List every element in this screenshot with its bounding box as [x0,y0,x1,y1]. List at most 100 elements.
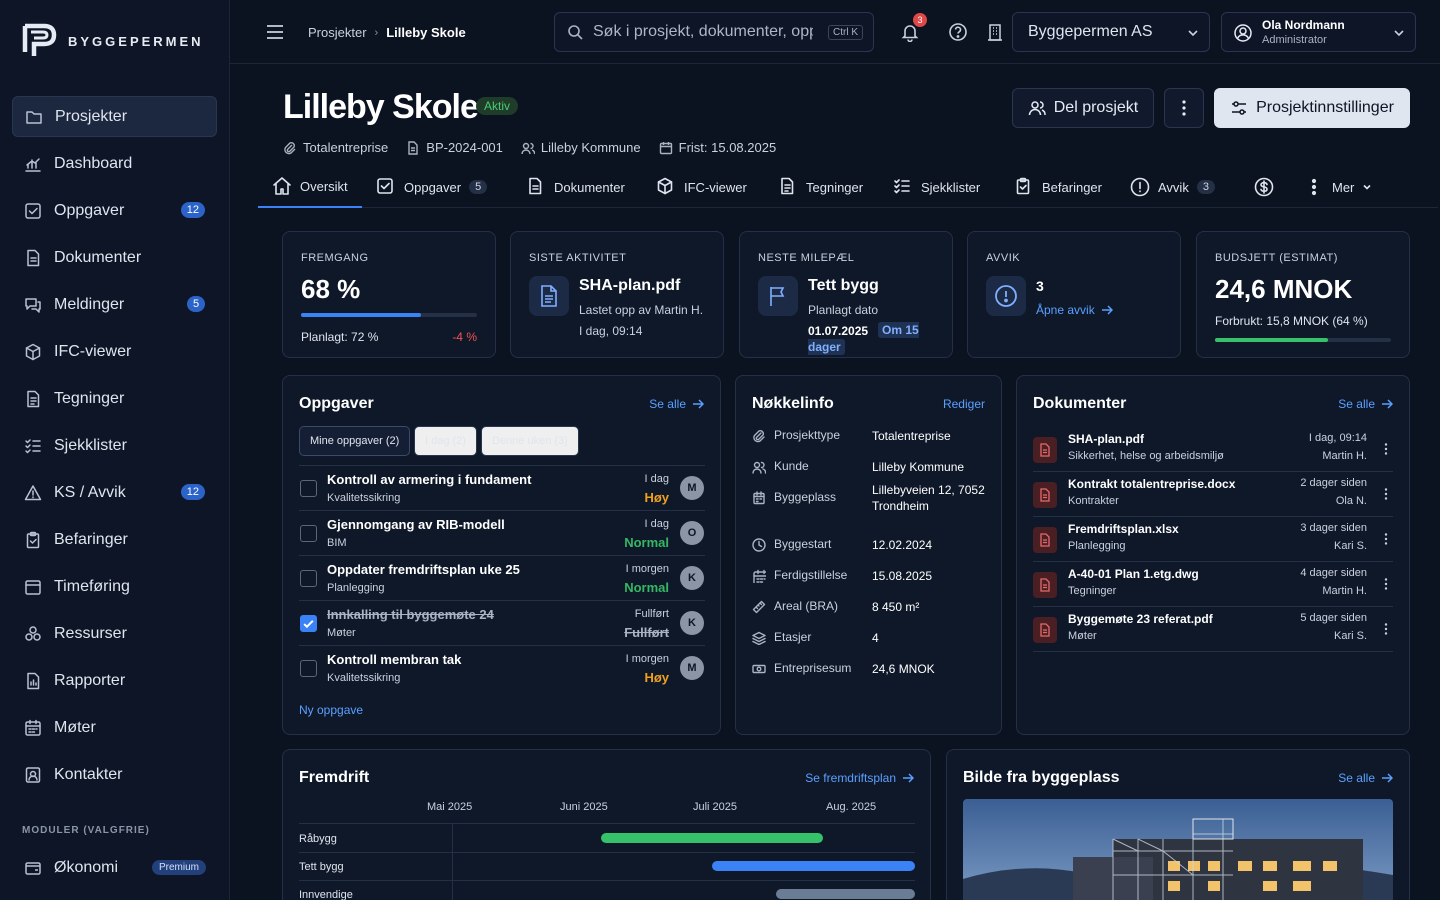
sidebar-item-befaringer[interactable]: Befaringer [12,519,217,560]
document-row[interactable]: Kontrakt totalentreprise.docx Kontrakter 2… [1033,472,1393,517]
open-deviations-link[interactable]: Åpne avvik [1036,303,1113,317]
tab-avvik[interactable]: Avvik 3 [1130,166,1215,208]
keyinfo-title: Nøkkelinfo [752,395,834,412]
sidebar-item-label: Kontakter [54,765,123,783]
avatar[interactable]: K [680,611,704,635]
task-checkbox[interactable] [300,570,317,587]
kpi-activity-card[interactable]: SISTE AKTIVITET SHA-plan.pdf Lastet opp … [510,231,724,358]
sidebar-nav: Prosjekter Dashboard Oppgaver 12 Dokumenter M… [12,96,217,801]
nav-count-badge: 12 [180,484,205,500]
tab-dollar[interactable] [1254,166,1282,208]
project-settings-button[interactable]: Prosjektinnstillinger [1214,88,1410,128]
avatar[interactable]: K [680,566,704,590]
task-checkbox[interactable] [300,480,317,497]
sidebar-item-prosjekter[interactable]: Prosjekter [12,96,217,137]
check-icon [303,620,314,629]
tab-oppgaver[interactable]: Oppgaver 5 [376,166,488,208]
schedule-link[interactable]: Se fremdriftsplan [805,771,914,785]
document-row[interactable]: Byggemøte 23 referat.pdf Møter 5 dager sid… [1033,607,1393,652]
task-checkbox[interactable] [300,615,317,632]
sidebar-item-kontakter[interactable]: Kontakter [12,754,217,795]
construction-site-photo[interactable] [963,799,1393,900]
sidebar-item-møter[interactable]: Møter [12,707,217,748]
new-task-link[interactable]: Ny oppgave [299,703,363,717]
document-row[interactable]: A-40-01 Plan 1.etg.dwg Tegninger 4 dager s… [1033,562,1393,607]
search-input[interactable] [593,23,813,41]
kebab-icon[interactable] [1379,532,1393,546]
kebab-icon[interactable] [1379,577,1393,591]
filter-my-tasks[interactable]: Mine oppgaver (2) [299,426,411,456]
tab-tegninger[interactable]: Tegninger [778,166,863,208]
sidebar-item-dashboard[interactable]: Dashboard [12,143,217,184]
status-badge: Aktiv [476,97,519,115]
more-options-button[interactable] [1164,88,1204,128]
task-checkbox[interactable] [300,525,317,542]
sidebar-item-ressurser[interactable]: Ressurser [12,613,217,654]
sidebar-item-timeføring[interactable]: Timeføring [12,566,217,607]
filter-today[interactable]: I dag (2) [414,426,477,456]
edit-keyinfo-link[interactable]: Rediger [943,397,985,411]
tab-befaringer[interactable]: Befaringer [1014,166,1102,208]
filter-this-week[interactable]: Denne uken (3) [481,426,579,456]
document-author: Ola N. [1335,495,1367,507]
sidebar-item-label: KS / Avvik [54,483,126,501]
progress-bar-fill [301,313,421,317]
brand-logo[interactable]: BYGGEPERMEN [22,22,204,60]
task-checkbox[interactable] [300,660,317,677]
tab-oversikt[interactable]: Oversikt [258,166,362,208]
sidebar-item-tegninger[interactable]: Tegninger [12,378,217,419]
kebab-icon[interactable] [1379,442,1393,456]
sidebar-item-ks-avvik[interactable]: KS / Avvik 12 [12,472,217,513]
company-select[interactable]: Byggepermen AS [1012,12,1210,52]
task-row[interactable]: Kontroll membran tak Kvalitetssikring I mo… [299,645,705,690]
avatar[interactable]: O [680,521,704,545]
sidebar-item-dokumenter[interactable]: Dokumenter [12,237,217,278]
menu-icon[interactable] [266,24,284,40]
sidebar-item-label: Dokumenter [54,248,142,266]
share-project-button[interactable]: Del prosjekt [1012,88,1154,128]
layers-icon [752,631,766,645]
sidebar-item-okonomi[interactable]: Økonomi Premium [12,848,217,888]
sidebar-item-sjekklister[interactable]: Sjekklister [12,425,217,466]
documents-see-all-link[interactable]: Se alle [1338,397,1393,411]
gantt-bar[interactable] [711,861,915,871]
tasks-see-all-link[interactable]: Se alle [649,397,704,411]
breadcrumb-projects[interactable]: Prosjekter [308,25,367,40]
calendar-icon [659,141,673,155]
sidebar-item-oppgaver[interactable]: Oppgaver 12 [12,190,217,231]
kpi-milestone-card[interactable]: NESTE MILEPÆL Tett bygg Planlagt dato 01… [739,231,953,358]
task-priority: Normal [624,535,669,550]
tab-ifc-viewer[interactable]: IFC-viewer [656,166,747,208]
task-row[interactable]: Innkalling til byggemøte 24 Møter Fullført… [299,600,705,645]
sidebar-item-ifc-viewer[interactable]: IFC-viewer [12,331,217,372]
tab-mer[interactable]: Mer [1304,166,1372,208]
kebab-icon[interactable] [1379,487,1393,501]
user-menu[interactable]: Ola Nordmann Administrator [1221,12,1416,52]
document-row[interactable]: SHA-plan.pdf Sikkerhet, helse og arbeidsm… [1033,427,1393,472]
document-row[interactable]: Fremdriftsplan.xlsx Planlegging 3 dager si… [1033,517,1393,562]
site-photo-see-all-link[interactable]: Se alle [1338,771,1393,785]
task-due: I dag [644,518,669,530]
task-row[interactable]: Gjennomgang av RIB-modell BIM I dag Normal O [299,510,705,555]
document-icon [24,249,42,267]
avatar[interactable]: M [680,656,704,680]
task-row[interactable]: Oppdater fremdriftsplan uke 25 Planleggin… [299,555,705,600]
project-meta: Totalentreprise BP-2024-001 Lilleby Komm… [283,140,776,155]
tab-dokumenter[interactable]: Dokumenter [526,166,625,208]
gantt-bar[interactable] [600,833,823,843]
breadcrumb: Prosjekter › Lilleby Skole [308,25,466,40]
tab-sjekklister[interactable]: Sjekklister [893,166,980,208]
kpi-label: NESTE MILEPÆL [758,252,855,264]
avatar[interactable]: M [680,476,704,500]
budget-spent: Forbrukt: 15,8 MNOK (64 %) [1215,314,1368,328]
sidebar-item-rapporter[interactable]: Rapporter [12,660,217,701]
kpi-deviations-card[interactable]: AVVIK 3 Åpne avvik [967,231,1181,358]
office-building-icon[interactable] [985,22,1005,42]
gantt-bar[interactable] [776,889,915,899]
help-icon[interactable] [948,22,968,42]
task-row[interactable]: Kontroll av armering i fundament Kvalitet… [299,465,705,510]
task-due: I dag [644,473,669,485]
budget-bar [1215,338,1391,342]
sidebar-item-meldinger[interactable]: Meldinger 5 [12,284,217,325]
kebab-icon[interactable] [1379,622,1393,636]
